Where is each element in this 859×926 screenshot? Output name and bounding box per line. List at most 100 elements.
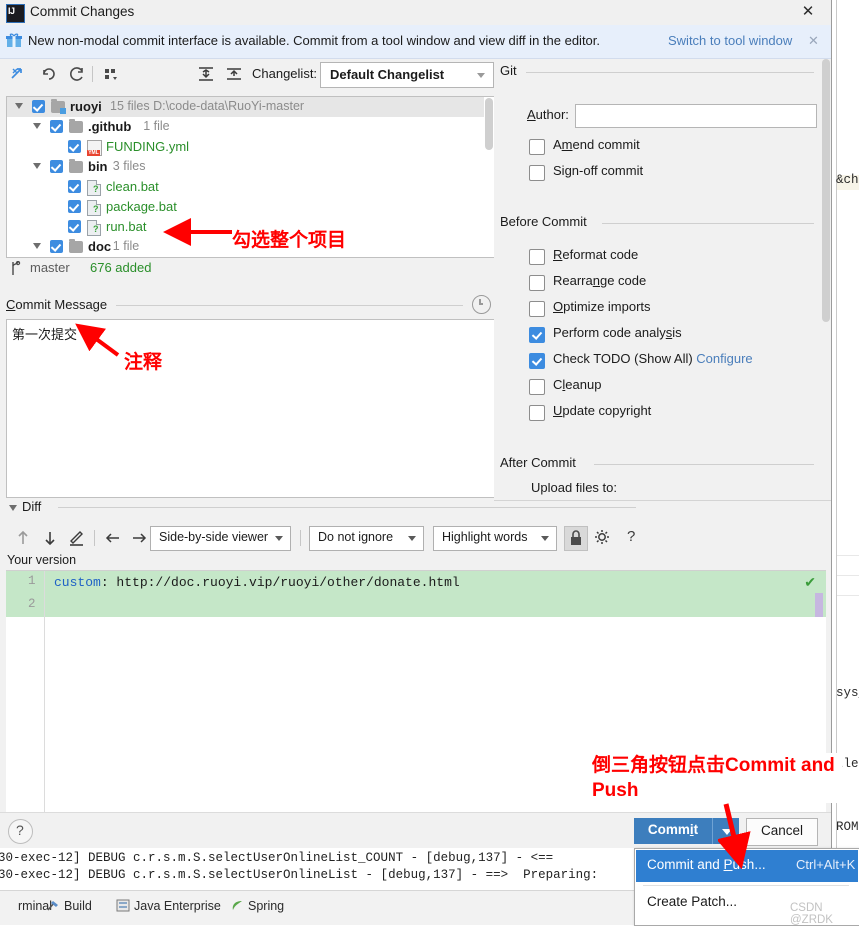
help-button[interactable]: ? [8, 819, 33, 844]
checkbox-box [529, 249, 545, 265]
chevron-down-icon [408, 536, 416, 541]
diff-code-rest: : http://doc.ruoyi.vip/ruoyi/other/donat… [100, 575, 460, 590]
gear-icon[interactable] [592, 527, 614, 549]
clock-icon[interactable] [472, 295, 491, 314]
tree-row-meta: 1 file [143, 119, 170, 133]
diff-marker-thumb[interactable] [815, 593, 823, 617]
next-diff-icon[interactable] [39, 527, 61, 549]
expand-twisty-icon[interactable] [33, 243, 41, 249]
refresh-icon[interactable] [66, 63, 88, 85]
tree-row-checkbox[interactable] [68, 180, 81, 193]
tree-row[interactable]: ruoyi 15 files D:\code-data\RuoYi-master [7, 97, 494, 117]
prev-diff-icon[interactable] [12, 527, 34, 549]
author-field[interactable] [575, 104, 817, 128]
checkbox-label: Sign-off commit [553, 163, 644, 178]
commit-dropdown-button[interactable] [712, 818, 739, 844]
edit-icon[interactable] [66, 527, 88, 549]
changes-toolbar: Changelist: Default Changelist [0, 59, 494, 89]
tree-row-checkbox[interactable] [68, 140, 81, 153]
statusbar-item-spring[interactable]: Spring [230, 899, 284, 913]
diff-toolbar: Side-by-side viewer Do not ignore Highli… [6, 524, 826, 554]
chevron-down-icon [275, 536, 283, 541]
expand-all-icon[interactable] [195, 63, 217, 85]
annotation-comment: 注释 [124, 352, 163, 373]
expand-twisty-icon[interactable] [33, 163, 41, 169]
tree-row[interactable]: .github 1 file [7, 117, 494, 137]
gift-icon [6, 33, 22, 48]
expand-twisty-icon[interactable] [33, 123, 41, 129]
tree-row-name: .github [88, 119, 132, 134]
help-button-label: ? [16, 822, 24, 838]
checkbox-box [529, 139, 545, 155]
tree-row-name: doc [88, 239, 112, 254]
statusbar-item-build[interactable]: Build [46, 899, 92, 913]
tree-row-checkbox[interactable] [32, 100, 45, 113]
before-commit-group-label: Before Commit [500, 214, 587, 229]
switch-to-tool-window-link[interactable]: Switch to tool window [668, 33, 792, 48]
menu-item-label: Create Patch... [647, 894, 738, 909]
changelist-select[interactable]: Default Changelist [320, 62, 494, 88]
lock-icon[interactable] [564, 526, 588, 551]
show-diff-icon[interactable] [8, 63, 30, 85]
expand-twisty-icon[interactable] [15, 103, 23, 109]
configure-link[interactable]: Configure [696, 351, 752, 366]
tree-row-checkbox[interactable] [68, 220, 81, 233]
editor-gutter-line [836, 0, 837, 848]
checkbox-label: Optimize imports [553, 299, 651, 314]
statusbar-item-terminal[interactable]: rminal [0, 899, 52, 913]
tree-row-checkbox[interactable] [68, 200, 81, 213]
tree-row[interactable]: bin 3 files [7, 157, 494, 177]
bat-file-icon: ? [87, 200, 101, 216]
checkbox-label: Cleanup [553, 377, 602, 392]
divider [116, 305, 463, 306]
diff-section-header[interactable]: Diff [6, 499, 826, 517]
unversioned-badge: ? [93, 224, 99, 234]
group-by-icon[interactable] [100, 63, 122, 85]
commit-button-label: Commit [647, 822, 699, 837]
menu-item-commit-and-push[interactable]: Commit and Push... Ctrl+Alt+K [636, 850, 858, 882]
ignore-mode-select[interactable]: Do not ignore [309, 526, 424, 551]
question-icon[interactable]: ? [627, 528, 635, 545]
tree-row[interactable]: ? clean.bat [7, 177, 494, 197]
highlight-mode-select[interactable]: Highlight words [433, 526, 557, 551]
commit-changes-dialog: Commit Changes ✕ New non-modal commit in… [0, 0, 832, 848]
options-scrollbar[interactable] [821, 59, 831, 509]
revert-icon[interactable] [38, 63, 60, 85]
tree-row[interactable]: ? package.bat [7, 197, 494, 217]
options-scrollbar-thumb[interactable] [822, 59, 830, 322]
statusbar-item-java-enterprise[interactable]: Java Enterprise [116, 899, 221, 913]
leaf-icon [230, 899, 244, 912]
arrow-left-icon[interactable] [102, 527, 124, 549]
tree-row[interactable]: YML FUNDING.yml [7, 137, 494, 157]
commit-message-header: Commit Message [6, 295, 493, 315]
menu-item-shortcut: Ctrl+Alt+K [796, 857, 856, 872]
viewer-mode-select[interactable]: Side-by-side viewer [150, 526, 291, 551]
divider [643, 885, 849, 886]
tree-scrollbar[interactable] [484, 97, 494, 257]
commit-message-input[interactable]: 第一次提交 [6, 319, 495, 498]
cancel-button[interactable]: Cancel [746, 818, 818, 846]
checkbox-box [529, 379, 545, 395]
arrow-right-icon[interactable] [128, 527, 150, 549]
tree-row-checkbox[interactable] [50, 240, 63, 253]
collapse-twisty-icon[interactable] [9, 505, 17, 511]
editor-row-line [837, 575, 859, 576]
checkbox-label: Rearrange code [553, 273, 647, 288]
collapse-all-icon[interactable] [223, 63, 245, 85]
checkbox-label: Update copyright [553, 403, 652, 418]
console-line: 30-exec-12] DEBUG c.r.s.m.S.selectUserOn… [0, 868, 599, 882]
checkbox-label: Amend commit [553, 137, 640, 152]
statusbar-label: Build [64, 899, 92, 913]
commit-button[interactable]: Commit [634, 818, 712, 844]
tree-row-checkbox[interactable] [50, 120, 63, 133]
notification-close-icon[interactable]: ✕ [808, 33, 819, 49]
notification-text: New non-modal commit interface is availa… [28, 33, 601, 48]
divider [58, 507, 636, 508]
tree-scrollbar-thumb[interactable] [485, 98, 493, 150]
unversioned-badge: ? [93, 204, 99, 214]
checkbox-box [529, 301, 545, 317]
tree-row-checkbox[interactable] [50, 160, 63, 173]
close-icon[interactable]: ✕ [797, 2, 819, 22]
editor-row-line [837, 595, 859, 596]
editor-row-line [837, 555, 859, 556]
